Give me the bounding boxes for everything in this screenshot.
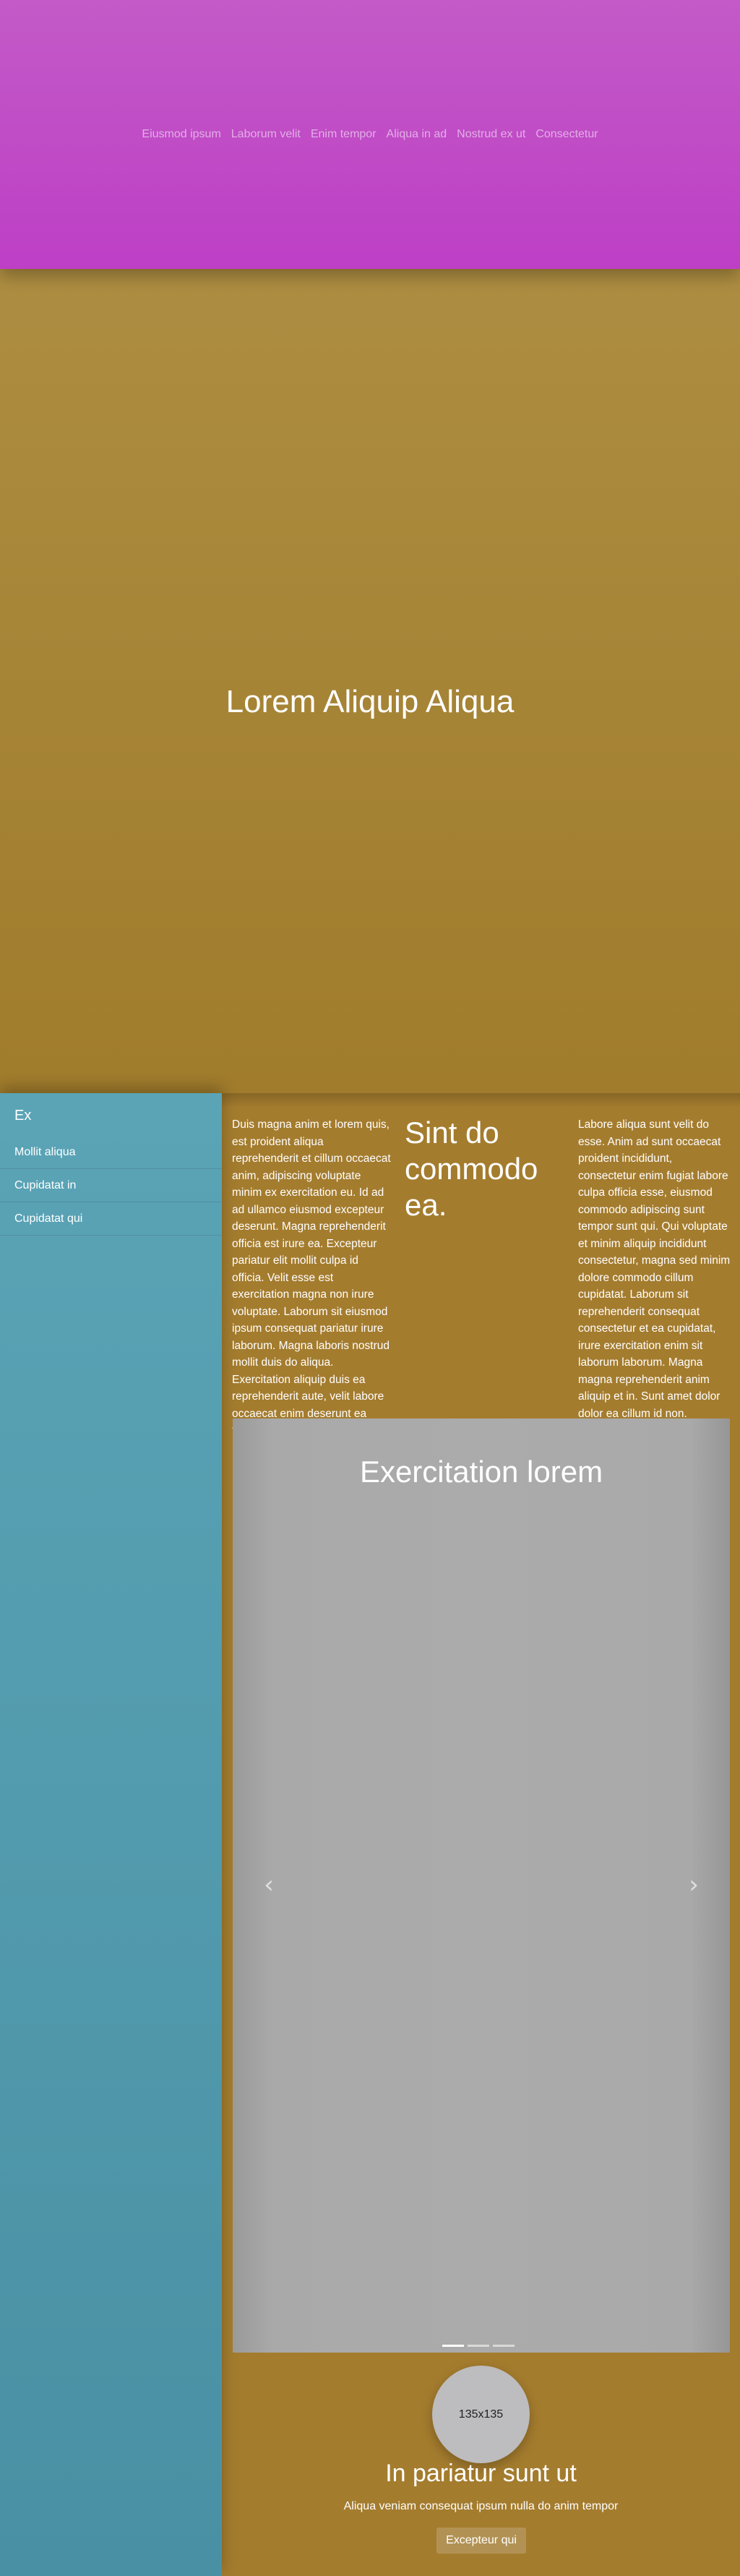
featurette-text: Aliqua veniam consequat ipsum nulla do a… [343, 2500, 619, 2512]
carousel-indicator-3[interactable] [493, 2345, 515, 2347]
left-column-text: Duis magna anim et lorem quis, est proid… [232, 1118, 391, 1437]
sidebar-item-cupidatat-in[interactable]: Cupidatat in [0, 1169, 222, 1202]
sidebar-item-cupidatat-qui[interactable]: Cupidatat qui [0, 1202, 222, 1236]
excepteur-qui-button[interactable]: Excepteur qui [436, 2528, 526, 2554]
middle-column-heading: Sint do commodo ea. [405, 1116, 538, 1222]
nav-item[interactable]: Consectetur [530, 128, 603, 141]
nav-item[interactable]: Aliqua in ad [382, 128, 452, 141]
chevron-right-icon[interactable]: › [685, 1870, 702, 1899]
nav-item[interactable]: Laborum velit [226, 128, 306, 141]
carousel-caption-title: Exercitation lorem [359, 1455, 603, 1489]
sidebar: Ex Mollit aliqua Cupidatat in Cupidatat … [0, 1093, 222, 2576]
chevron-left-icon[interactable]: ‹ [260, 1870, 278, 1899]
sidebar-item-mollit-aliqua[interactable]: Mollit aliqua [0, 1136, 222, 1169]
hero-title: Lorem Aliquip Aliqua [225, 684, 515, 719]
featurette-title: In pariatur sunt ut [385, 2460, 577, 2487]
top-nav: Eiusmod ipsum Laborum velit Enim tempor … [0, 0, 740, 269]
nav-item[interactable]: Eiusmod ipsum [137, 128, 225, 141]
carousel-indicators [442, 2345, 515, 2347]
carousel-indicator-2[interactable] [468, 2345, 489, 2347]
hero-section: Lorem Aliquip Aliqua [0, 269, 740, 1093]
nav-item[interactable]: Nostrud ex ut [452, 128, 530, 141]
nav-item[interactable]: Enim tempor [306, 128, 382, 141]
main-content: Duis magna anim et lorem quis, est proid… [222, 1093, 740, 2576]
avatar-placeholder: 135x135 [432, 2366, 530, 2463]
nav-list: Eiusmod ipsum Laborum velit Enim tempor … [137, 128, 603, 141]
right-column-text: Labore aliqua sunt velit do esse. Anim a… [578, 1118, 731, 1420]
carousel: Exercitation lorem ‹ › [233, 1418, 730, 2353]
carousel-indicator-1[interactable] [442, 2345, 464, 2347]
sidebar-title: Ex [14, 1108, 32, 1124]
